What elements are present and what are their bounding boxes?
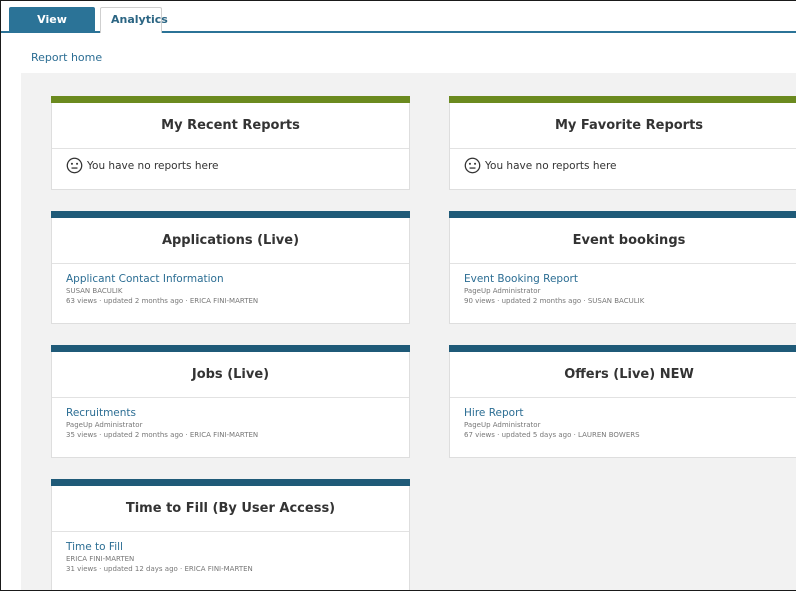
report-link[interactable]: Event Booking Report	[464, 272, 796, 286]
report-owner: PageUp Administrator	[66, 421, 143, 429]
card-title: Offers (Live) NEW	[450, 352, 796, 398]
card-accent-bar	[449, 345, 796, 352]
card-event-bookings: Event bookings Event Booking Report Page…	[449, 211, 796, 324]
card-offers-live: Offers (Live) NEW Hire Report PageUp Adm…	[449, 345, 796, 458]
card-title: My Recent Reports	[52, 103, 409, 149]
report-meta: 90 views · updated 2 months ago · SUSAN …	[464, 297, 645, 305]
report-link[interactable]: Applicant Contact Information	[66, 272, 399, 286]
card-jobs-live: Jobs (Live) Recruitments PageUp Administ…	[51, 345, 410, 458]
card-title: My Favorite Reports	[450, 103, 796, 149]
neutral-face-icon	[66, 157, 83, 174]
report-meta: 31 views · updated 12 days ago · ERICA F…	[66, 565, 253, 573]
tab-view-reports[interactable]: View reports	[9, 7, 95, 50]
breadcrumb-bar: Report home	[1, 35, 796, 73]
tab-bar: View reports Analytics	[1, 1, 796, 50]
report-meta: 63 views · updated 2 months ago · ERICA …	[66, 297, 259, 305]
report-link[interactable]: Hire Report	[464, 406, 796, 420]
empty-state-text: You have no reports here	[87, 159, 219, 172]
card-time-to-fill: Time to Fill (By User Access) Time to Fi…	[51, 479, 410, 590]
report-app: View reports Analytics Report home My Re…	[0, 0, 796, 591]
empty-state: You have no reports here	[464, 157, 796, 174]
empty-state: You have no reports here	[66, 157, 399, 174]
card-title: Jobs (Live)	[52, 352, 409, 398]
report-owner: SUSAN BACULIK	[66, 287, 123, 295]
card-accent-bar	[51, 211, 410, 218]
report-owner: ERICA FINI-MARTEN	[66, 555, 135, 563]
neutral-face-icon	[464, 157, 481, 174]
breadcrumb-report-home[interactable]: Report home	[31, 51, 102, 64]
card-title: Time to Fill (By User Access)	[52, 486, 409, 532]
empty-state-text: You have no reports here	[485, 159, 617, 172]
report-meta: 35 views · updated 2 months ago · ERICA …	[66, 431, 259, 439]
card-accent-bar	[51, 479, 410, 486]
card-accent-bar	[51, 96, 410, 103]
card-accent-bar	[51, 345, 410, 352]
card-applications-live: Applications (Live) Applicant Contact In…	[51, 211, 410, 324]
card-title: Applications (Live)	[52, 218, 409, 264]
tab-analytics[interactable]: Analytics	[100, 7, 168, 33]
card-recent-reports: My Recent Reports You have no reports he…	[51, 96, 410, 190]
card-title: Event bookings	[450, 218, 796, 264]
report-link[interactable]: Recruitments	[66, 406, 399, 420]
card-accent-bar	[449, 211, 796, 218]
card-accent-bar	[449, 96, 796, 103]
report-owner: PageUp Administrator	[464, 421, 541, 429]
report-meta: 67 views · updated 5 days ago · LAUREN B…	[464, 431, 640, 439]
report-dashboard: My Recent Reports You have no reports he…	[21, 73, 796, 590]
report-link[interactable]: Time to Fill	[66, 540, 399, 554]
report-owner: PageUp Administrator	[464, 287, 541, 295]
card-favorite-reports: My Favorite Reports You have no reports …	[449, 96, 796, 190]
